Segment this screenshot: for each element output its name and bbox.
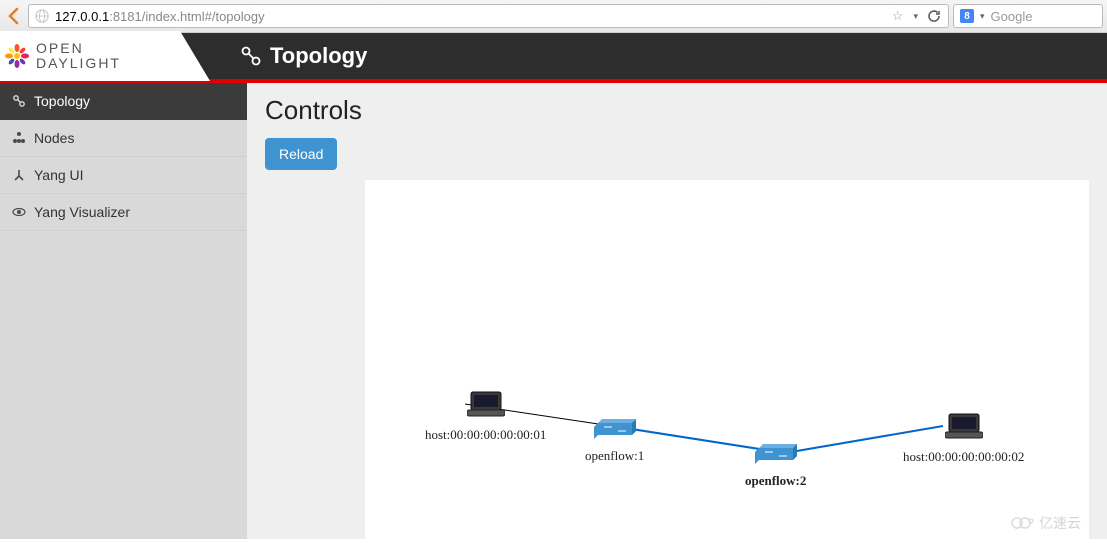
browser-back-button[interactable] bbox=[4, 4, 24, 28]
switch-icon bbox=[594, 417, 636, 439]
topology-icon bbox=[12, 94, 26, 108]
host-icon bbox=[945, 412, 983, 440]
topology-icon bbox=[240, 45, 262, 67]
globe-icon bbox=[35, 9, 49, 23]
reload-button[interactable]: Reload bbox=[265, 138, 337, 170]
topology-canvas[interactable]: host:00:00:00:00:00:01 openflow:1 openflow… bbox=[365, 180, 1089, 539]
switch-icon bbox=[755, 442, 797, 464]
logo-text: OPEN DAYLIGHT bbox=[36, 41, 121, 72]
sidebar-item-label: Yang UI bbox=[34, 167, 84, 183]
google-icon: 8 bbox=[960, 9, 974, 23]
node-label: host:00:00:00:00:00:01 bbox=[425, 427, 546, 443]
host-icon bbox=[467, 390, 505, 418]
watermark: 亿速云 bbox=[1011, 513, 1081, 533]
logo-section[interactable]: OPEN DAYLIGHT bbox=[0, 31, 180, 81]
topology-node-sw1[interactable]: openflow:1 bbox=[585, 417, 644, 464]
node-label: openflow:1 bbox=[585, 448, 644, 464]
node-label: openflow:2 bbox=[745, 473, 806, 489]
browser-reload-icon[interactable] bbox=[926, 8, 942, 24]
sidebar-item-yang-ui[interactable]: Yang UI bbox=[0, 157, 247, 194]
sidebar-item-nodes[interactable]: Nodes bbox=[0, 120, 247, 157]
node-label: host:00:00:00:00:00:02 bbox=[903, 449, 1024, 465]
header-title-section: Topology bbox=[240, 43, 367, 69]
eye-icon bbox=[12, 205, 26, 219]
topology-node-host2[interactable]: host:00:00:00:00:00:02 bbox=[903, 412, 1024, 465]
search-placeholder: Google bbox=[991, 9, 1033, 24]
sidebar-item-label: Nodes bbox=[34, 130, 74, 146]
sidebar-item-label: Yang Visualizer bbox=[34, 204, 130, 220]
topology-node-sw2[interactable]: openflow:2 bbox=[745, 442, 806, 489]
content-area: Controls Reload host:00:00:00:00:00:01 op… bbox=[247, 83, 1107, 539]
content-title: Controls bbox=[265, 95, 1089, 126]
url-text: 127.0.0.1:8181/index.html#/topology bbox=[55, 9, 886, 24]
main-layout: Topology Nodes Yang UI Yang Visualizer C… bbox=[0, 83, 1107, 539]
sidebar-item-label: Topology bbox=[34, 93, 90, 109]
sidebar-item-yang-visualizer[interactable]: Yang Visualizer bbox=[0, 194, 247, 231]
yang-ui-icon bbox=[12, 168, 26, 182]
bookmark-star-icon[interactable]: ☆ bbox=[892, 8, 904, 24]
browser-toolbar: 127.0.0.1:8181/index.html#/topology ☆ ▾ … bbox=[0, 0, 1107, 33]
nodes-icon bbox=[12, 131, 26, 145]
topology-links-layer bbox=[365, 180, 1089, 539]
watermark-icon bbox=[1011, 516, 1035, 530]
url-dropdown-icon[interactable]: ▾ bbox=[913, 11, 918, 22]
search-engine-dropdown-icon[interactable]: ▾ bbox=[980, 11, 985, 22]
topology-node-host1[interactable]: host:00:00:00:00:00:01 bbox=[425, 390, 546, 443]
sidebar: Topology Nodes Yang UI Yang Visualizer bbox=[0, 83, 247, 539]
browser-search-box[interactable]: 8 ▾ Google bbox=[953, 4, 1103, 28]
watermark-text: 亿速云 bbox=[1039, 513, 1081, 533]
opendaylight-logo-icon bbox=[4, 43, 30, 69]
page-title: Topology bbox=[270, 43, 367, 69]
url-bar[interactable]: 127.0.0.1:8181/index.html#/topology ☆ ▾ bbox=[28, 4, 949, 28]
sidebar-item-topology[interactable]: Topology bbox=[0, 83, 247, 120]
app-header: OPEN DAYLIGHT Topology bbox=[0, 33, 1107, 83]
